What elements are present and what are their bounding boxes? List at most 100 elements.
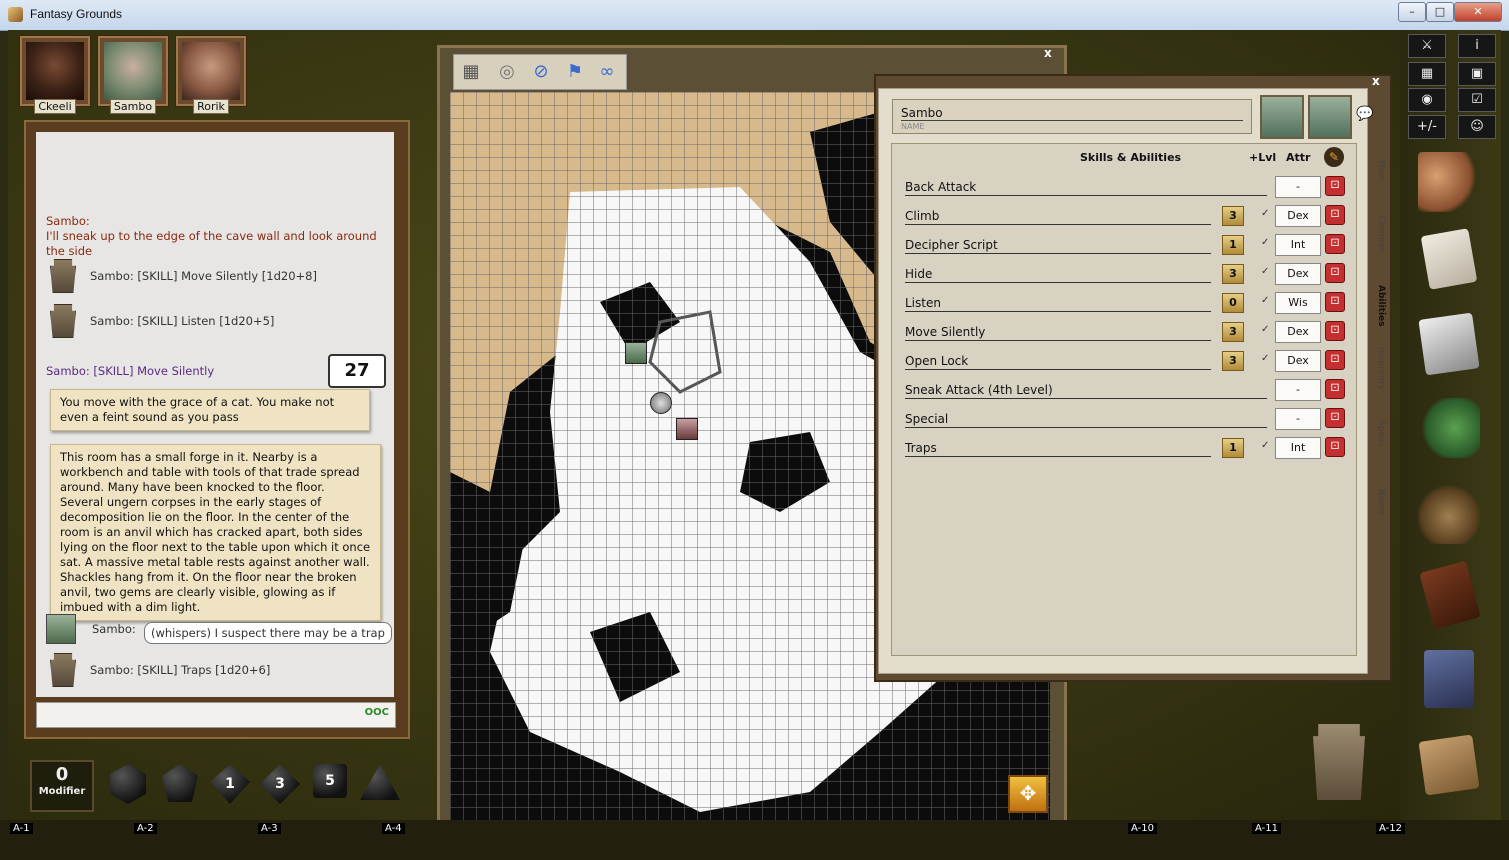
sheet-close-button[interactable]: x: [1372, 74, 1386, 88]
roll-skill-icon[interactable]: ⚀: [1325, 437, 1345, 457]
roll-skill-icon[interactable]: ⚀: [1325, 350, 1345, 370]
skill-name[interactable]: Back Attack: [905, 180, 976, 194]
character-portrait-icon[interactable]: [1260, 95, 1304, 139]
roll-skill-icon[interactable]: ⚀: [1325, 379, 1345, 399]
roll-skill-icon[interactable]: ⚀: [1325, 234, 1345, 254]
check-icon[interactable]: ✓: [1261, 237, 1269, 248]
skill-rank[interactable]: 1: [1222, 438, 1244, 458]
tokens-icon[interactable]: [1418, 734, 1480, 796]
skill-row[interactable]: Hide 3 ✓ Dex ⚀: [905, 263, 1350, 287]
calendar-icon[interactable]: ▣: [1458, 62, 1496, 86]
monster-token-icon[interactable]: [650, 392, 672, 414]
check-icon[interactable]: ✓: [1261, 440, 1269, 451]
edit-list-icon[interactable]: ✎: [1324, 147, 1344, 167]
story-icon[interactable]: [1420, 228, 1478, 290]
skill-name[interactable]: Move Silently: [905, 325, 985, 339]
skill-name[interactable]: Climb: [905, 209, 939, 223]
skill-attribute[interactable]: Dex: [1275, 263, 1321, 285]
target-tool-icon[interactable]: ◎: [494, 59, 520, 85]
portrait-ckeeli[interactable]: Ckeeli: [20, 36, 90, 114]
skill-rank[interactable]: 3: [1222, 322, 1244, 342]
tables-icon[interactable]: ▦: [1408, 62, 1446, 86]
skill-name[interactable]: Decipher Script: [905, 238, 998, 252]
portrait-rorik[interactable]: Rorik: [176, 36, 246, 114]
combat-tracker-icon[interactable]: ⚔: [1408, 34, 1446, 58]
info-icon[interactable]: i: [1458, 34, 1496, 58]
skill-name[interactable]: Open Lock: [905, 354, 968, 368]
images-icon[interactable]: ◉: [1408, 88, 1446, 112]
link-tool-icon[interactable]: ∞: [594, 59, 620, 85]
check-icon[interactable]: ✓: [1261, 324, 1269, 335]
roll-skill-icon[interactable]: ⚀: [1325, 205, 1345, 225]
hotkey-slot[interactable]: A-1: [10, 823, 33, 834]
tab-notes[interactable]: Notes: [1370, 484, 1386, 520]
character-token-icon[interactable]: [1308, 95, 1352, 139]
skill-attribute[interactable]: Wis: [1275, 292, 1321, 314]
skill-rank[interactable]: 3: [1222, 351, 1244, 371]
skill-attribute[interactable]: Int: [1275, 437, 1321, 459]
items-icon[interactable]: [1418, 484, 1480, 544]
chat-input[interactable]: OOC: [36, 702, 396, 728]
hotkey-slot[interactable]: A-2: [134, 823, 157, 834]
roll-skill-icon[interactable]: ⚀: [1325, 321, 1345, 341]
skill-row[interactable]: Open Lock 3 ✓ Dex ⚀: [905, 350, 1350, 374]
library-icon[interactable]: [1424, 650, 1474, 708]
sambo-token-icon[interactable]: [625, 342, 647, 364]
effects-icon[interactable]: ☺: [1458, 115, 1496, 139]
tab-main[interactable]: Main: [1370, 150, 1386, 192]
tab-abilities[interactable]: Abilities: [1370, 280, 1386, 332]
minimize-button[interactable]: –: [1398, 2, 1426, 22]
skill-row[interactable]: Decipher Script 1 ✓ Int ⚀: [905, 234, 1350, 258]
skill-attribute[interactable]: Dex: [1275, 205, 1321, 227]
tab-spells[interactable]: Spells: [1370, 414, 1386, 452]
roll-skill-icon[interactable]: ⚀: [1325, 176, 1345, 196]
skill-name[interactable]: Sneak Attack (4th Level): [905, 383, 1053, 397]
tab-inventory[interactable]: Inventory: [1370, 340, 1386, 396]
roll-skill-icon[interactable]: ⚀: [1325, 292, 1345, 312]
skill-attribute[interactable]: Dex: [1275, 321, 1321, 343]
skill-rank[interactable]: 3: [1222, 206, 1244, 226]
skill-attribute[interactable]: -: [1275, 379, 1321, 401]
hotkey-slot[interactable]: A-12: [1376, 823, 1405, 834]
skill-row[interactable]: Sneak Attack (4th Level) - ⚀: [905, 379, 1350, 403]
hotkey-slot[interactable]: A-4: [382, 823, 405, 834]
hotkey-slot[interactable]: A-3: [258, 823, 281, 834]
skill-row[interactable]: Move Silently 3 ✓ Dex ⚀: [905, 321, 1350, 345]
hotkey-slot[interactable]: A-10: [1128, 823, 1157, 834]
skill-attribute[interactable]: Dex: [1275, 350, 1321, 372]
skill-name[interactable]: Traps: [905, 441, 937, 455]
roll-skill-icon[interactable]: ⚀: [1325, 263, 1345, 283]
skill-rank[interactable]: 3: [1222, 264, 1244, 284]
map-close-button[interactable]: x: [1044, 46, 1058, 60]
modifiers-icon[interactable]: +/-: [1408, 115, 1446, 139]
skill-attribute[interactable]: -: [1275, 176, 1321, 198]
unmask-tool-icon[interactable]: ⊘: [528, 59, 554, 85]
check-icon[interactable]: ✓: [1261, 208, 1269, 219]
grid-tool-icon[interactable]: ▦: [458, 59, 484, 85]
skill-row[interactable]: Special - ⚀: [905, 408, 1350, 432]
checklist-icon[interactable]: ☑: [1458, 88, 1496, 112]
skill-name[interactable]: Hide: [905, 267, 932, 281]
skill-row[interactable]: Climb 3 ✓ Dex ⚀: [905, 205, 1350, 229]
ooc-toggle[interactable]: OOC: [365, 707, 389, 718]
maximize-button[interactable]: □: [1426, 2, 1454, 22]
tab-combat[interactable]: Combat: [1370, 206, 1386, 262]
skill-attribute[interactable]: Int: [1275, 234, 1321, 256]
d6-die-icon[interactable]: 5: [313, 764, 347, 798]
character-name-field[interactable]: Sambo NAME: [892, 99, 1252, 134]
roll-total[interactable]: 27: [328, 354, 386, 388]
skill-attribute[interactable]: -: [1275, 408, 1321, 430]
maps-icon[interactable]: [1418, 312, 1480, 376]
skill-rank[interactable]: 1: [1222, 235, 1244, 255]
skill-name[interactable]: Listen: [905, 296, 941, 310]
dice-tower-icon[interactable]: [1313, 724, 1365, 800]
characters-icon[interactable]: [1418, 152, 1480, 212]
skill-row[interactable]: Back Attack - ⚀: [905, 176, 1350, 200]
portrait-sambo[interactable]: Sambo: [98, 36, 168, 114]
roll-skill-icon[interactable]: ⚀: [1325, 408, 1345, 428]
skill-row[interactable]: Listen 0 ✓ Wis ⚀: [905, 292, 1350, 316]
modifier-box[interactable]: 0 Modifier: [30, 760, 94, 812]
npcs-icon[interactable]: [1418, 398, 1480, 458]
map-options-button[interactable]: ✥: [1008, 775, 1048, 813]
flag-tool-icon[interactable]: ⚑: [562, 59, 588, 85]
